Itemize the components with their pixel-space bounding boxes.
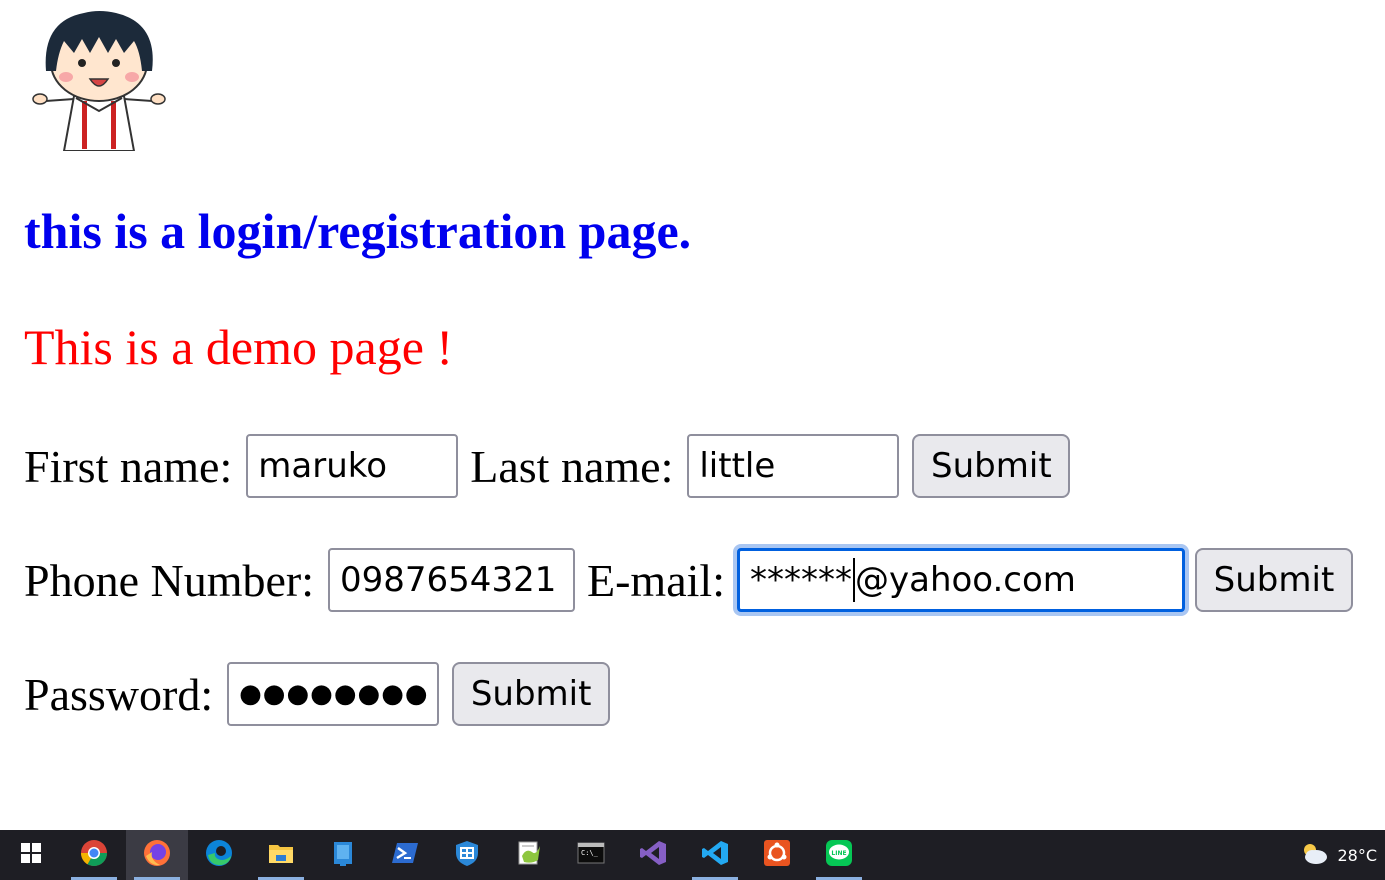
firefox-icon <box>142 838 172 873</box>
taskbar-security[interactable] <box>436 830 498 880</box>
taskbar-chrome[interactable] <box>63 830 125 880</box>
first-name-input[interactable]: maruko <box>246 434 459 498</box>
submit-name-button[interactable]: Submit <box>912 434 1071 498</box>
submit-password-button[interactable]: Submit <box>452 662 611 726</box>
file-explorer-icon <box>266 838 296 873</box>
email-text-after-caret: @yahoo.com <box>854 560 1076 600</box>
taskbar-visual-studio[interactable] <box>622 830 684 880</box>
taskbar-terminal[interactable]: C:\_ <box>560 830 622 880</box>
contact-row: Phone Number: 0987654321 E-mail: ****** @… <box>24 547 1353 613</box>
svg-text:LINE: LINE <box>831 850 846 857</box>
taskbar-vscode[interactable] <box>684 830 746 880</box>
avatar-cartoon-image <box>24 1 174 151</box>
terminal-icon: C:\_ <box>576 838 606 873</box>
email-input[interactable]: ****** @yahoo.com <box>736 548 1185 612</box>
vscode-icon <box>700 838 730 873</box>
notepad-plus-plus-icon <box>514 838 544 873</box>
system-tray: 28°C <box>1299 830 1377 880</box>
ubuntu-icon <box>762 838 792 873</box>
submit-contact-button[interactable]: Submit <box>1194 548 1353 612</box>
email-text-before-caret: ****** <box>749 560 852 600</box>
phone-number-label: Phone Number: <box>24 554 315 606</box>
taskbar-powershell[interactable] <box>374 830 436 880</box>
taskbar-edge[interactable] <box>188 830 250 880</box>
password-input[interactable]: ●●●●●●●● <box>227 662 440 726</box>
name-row: First name: maruko Last name: little Sub… <box>24 433 1071 499</box>
powershell-icon <box>390 838 420 873</box>
first-name-label: First name: <box>24 440 233 492</box>
windows-start-icon <box>20 842 42 869</box>
taskbar-windows-sandbox[interactable] <box>312 830 374 880</box>
email-label: E-mail: <box>587 554 725 606</box>
last-name-label: Last name: <box>470 440 674 492</box>
svg-text:C:\_: C:\_ <box>581 849 599 857</box>
page-heading: this is a login/registration page. <box>24 203 692 259</box>
phone-number-input[interactable]: 0987654321 <box>328 548 576 612</box>
last-name-input[interactable]: little <box>687 434 900 498</box>
windows-sandbox-icon <box>328 838 358 873</box>
visual-studio-icon <box>638 838 668 873</box>
password-row: Password: ●●●●●●●● Submit <box>24 661 611 727</box>
page-subtitle: This is a demo page ! <box>24 319 454 375</box>
chrome-icon <box>79 838 109 873</box>
web-page: this is a login/registration page. This … <box>0 0 1385 830</box>
taskbar-line[interactable]: LINE <box>808 830 870 880</box>
edge-icon <box>204 838 234 873</box>
cloudy-sun-icon[interactable] <box>1299 840 1329 870</box>
password-label: Password: <box>24 668 214 720</box>
start-button[interactable] <box>0 830 62 880</box>
taskbar-file-explorer[interactable] <box>250 830 312 880</box>
temperature-readout[interactable]: 28°C <box>1337 846 1377 865</box>
taskbar-firefox[interactable] <box>126 830 188 880</box>
line-icon: LINE <box>824 838 854 873</box>
taskbar-notepad-plus-plus[interactable] <box>498 830 560 880</box>
windows-taskbar: C:\_ LINE 28°C <box>0 830 1385 880</box>
security-shield-icon <box>452 838 482 873</box>
taskbar-ubuntu[interactable] <box>746 830 808 880</box>
